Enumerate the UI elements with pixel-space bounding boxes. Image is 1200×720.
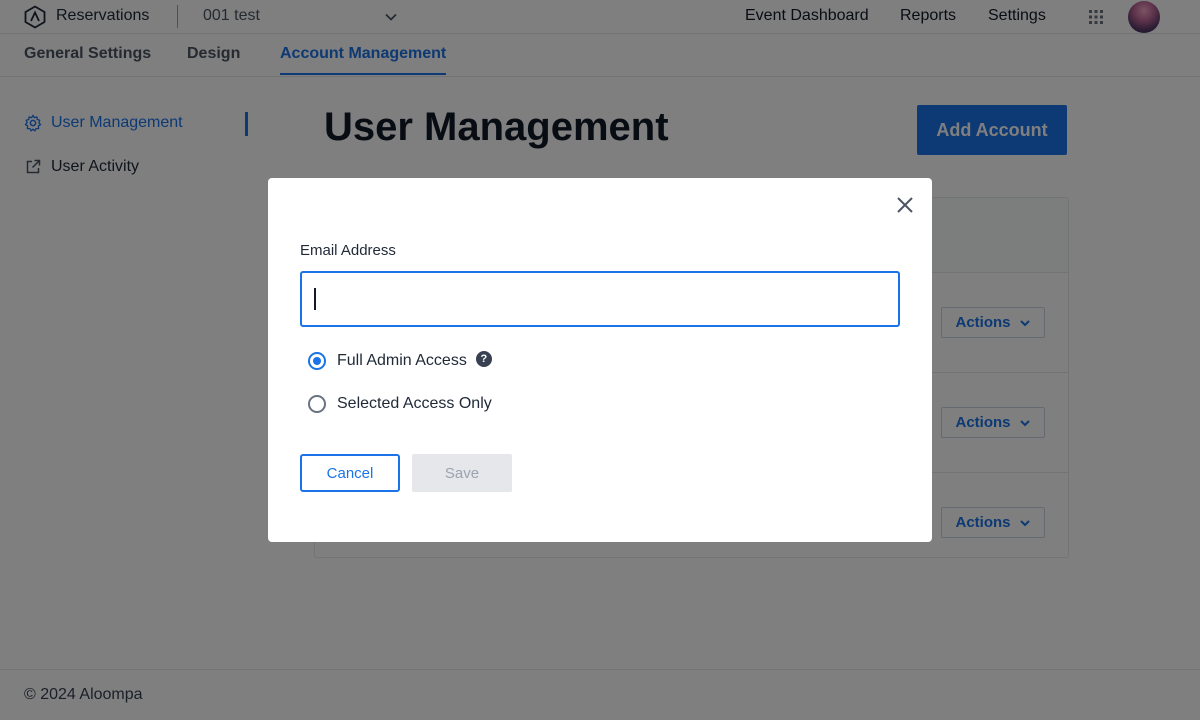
radio-unchecked[interactable] — [308, 395, 326, 413]
full-admin-access-option[interactable]: Full Admin Access ? — [308, 351, 492, 370]
help-icon[interactable]: ? — [475, 351, 492, 367]
cancel-button[interactable]: Cancel — [300, 454, 400, 492]
save-button[interactable]: Save — [412, 454, 512, 492]
email-field[interactable] — [300, 271, 900, 327]
radio-checked[interactable] — [308, 352, 326, 370]
selected-access-only-option[interactable]: Selected Access Only — [308, 395, 492, 413]
text-caret — [314, 288, 316, 310]
option-label: Selected Access Only — [337, 395, 492, 412]
email-label: Email Address — [300, 242, 396, 259]
add-account-dialog: Email Address Full Admin Access ? Select… — [268, 178, 932, 542]
option-label: Full Admin Access — [337, 352, 467, 369]
close-icon[interactable] — [894, 194, 916, 216]
